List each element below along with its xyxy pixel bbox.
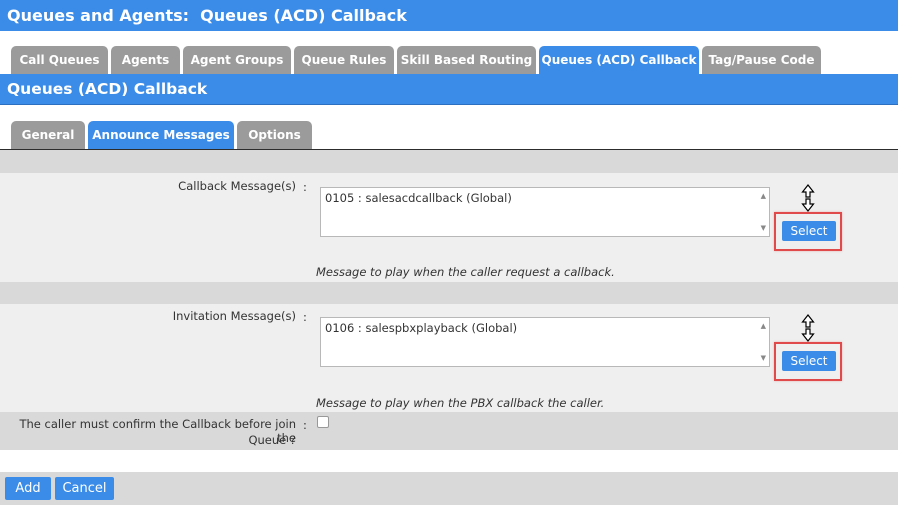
tab-agent-groups[interactable]: Agent Groups (183, 46, 291, 74)
spacer-band (0, 150, 898, 173)
invitation-select-button[interactable]: Select (782, 351, 836, 371)
scroll-down-icon[interactable]: ▼ (761, 354, 766, 362)
add-button[interactable]: Add (5, 477, 51, 500)
tab-queues-acd-callback[interactable]: Queues (ACD) Callback (539, 46, 699, 74)
confirm-callback-checkbox[interactable] (317, 416, 329, 428)
tab-skill-based-routing[interactable]: Skill Based Routing (397, 46, 536, 74)
callback-colon: : (303, 180, 307, 194)
invitation-label: Invitation Message(s) (172, 309, 296, 323)
sort-arrows-icon[interactable] (801, 314, 815, 342)
sort-arrows-icon[interactable] (801, 184, 815, 212)
page-title: Queues and Agents: Queues (ACD) Callback (0, 0, 898, 31)
footer (0, 472, 898, 505)
callback-message-item[interactable]: 0105 : salesacdcallback (Global) (325, 191, 512, 205)
invitation-message-list[interactable]: 0106 : salespbxplayback (Global) ▲ ▼ (320, 317, 770, 367)
subtab-announce-messages[interactable]: Announce Messages (88, 121, 234, 149)
tab-agents[interactable]: Agents (111, 46, 180, 74)
page: Queues and Agents: Queues (ACD) Callback… (0, 0, 898, 505)
subtab-options[interactable]: Options (237, 121, 312, 149)
callback-message-list[interactable]: 0105 : salesacdcallback (Global) ▲ ▼ (320, 187, 770, 237)
invitation-colon: : (303, 310, 307, 324)
section-title: Queues (ACD) Callback (0, 74, 898, 105)
invitation-message-item[interactable]: 0106 : salespbxplayback (Global) (325, 321, 517, 335)
tab-tag-pause-code[interactable]: Tag/Pause Code (702, 46, 821, 74)
tab-queue-rules[interactable]: Queue Rules (294, 46, 394, 74)
callback-select-button[interactable]: Select (782, 221, 836, 241)
tab-call-queues[interactable]: Call Queues (11, 46, 108, 74)
invitation-hint: Message to play when the PBX callback th… (316, 396, 605, 410)
scroll-up-icon[interactable]: ▲ (761, 192, 766, 200)
callback-label: Callback Message(s) (178, 179, 296, 193)
confirm-colon: : (303, 418, 307, 432)
callback-hint: Message to play when the caller request … (316, 265, 615, 279)
cancel-button[interactable]: Cancel (55, 477, 114, 500)
subtab-general[interactable]: General (11, 121, 85, 149)
spacer-band (0, 282, 898, 304)
confirm-label-line2: Queue ? (248, 433, 296, 447)
scroll-down-icon[interactable]: ▼ (761, 224, 766, 232)
scroll-up-icon[interactable]: ▲ (761, 322, 766, 330)
